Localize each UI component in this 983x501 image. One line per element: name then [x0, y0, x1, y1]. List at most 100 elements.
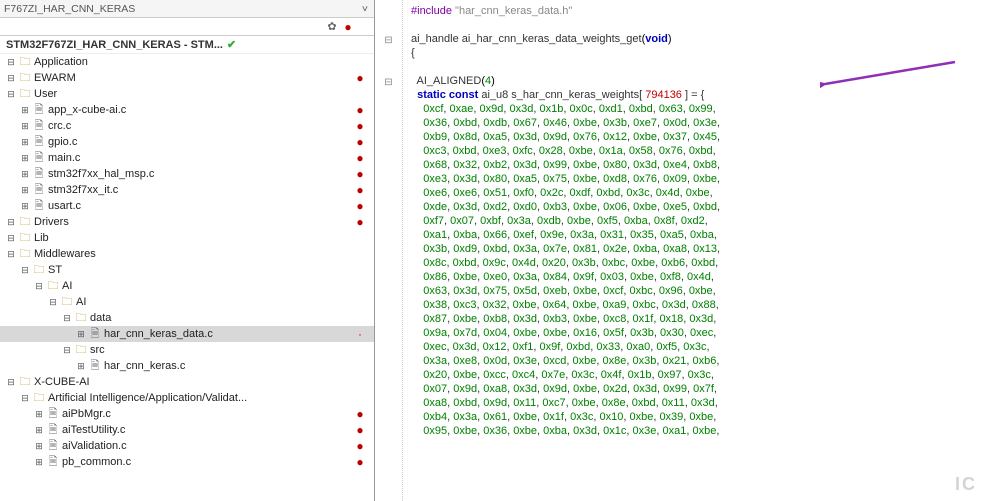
tree-item-label: data	[90, 310, 111, 326]
marker-icon: ●	[346, 182, 374, 198]
tree-folder[interactable]: ⊟🗀Drivers●	[0, 214, 374, 230]
tree-folder[interactable]: ⊟🗀X-CUBE-AI	[0, 374, 374, 390]
expand-icon[interactable]: ⊟	[20, 390, 30, 406]
expand-icon[interactable]: ⊞	[20, 166, 30, 182]
expand-icon[interactable]: ⊟	[6, 86, 16, 102]
tree-file[interactable]: ⊞🗎stm32f7xx_hal_msp.c ●	[0, 166, 374, 182]
tree-item-label: Drivers	[34, 214, 69, 230]
tree-item-label: src	[90, 342, 105, 358]
expand-icon[interactable]: ⊞	[20, 134, 30, 150]
tree-item-label: har_cnn_keras.c	[104, 358, 185, 374]
fold-icon[interactable]: ⊟	[375, 34, 402, 48]
tree-item-label: aiTestUtility.c	[62, 422, 125, 438]
tree-file[interactable]: ⊞🗎aiValidation.c●	[0, 438, 374, 454]
tree-item-label: stm32f7xx_hal_msp.c	[48, 166, 154, 182]
chevron-down-icon[interactable]: ˅	[362, 3, 368, 15]
fold-icon[interactable]: ⊟	[375, 76, 402, 90]
file-icon: 🗎	[32, 102, 46, 118]
marker-icon: ●	[346, 406, 374, 422]
file-icon: 🗎	[32, 150, 46, 166]
tree-folder[interactable]: ⊟🗀ST	[0, 262, 374, 278]
tree-folder[interactable]: ⊟🗀AI	[0, 278, 374, 294]
breakpoint-header-icon: ●	[340, 20, 356, 34]
file-icon: 🗎	[32, 198, 46, 214]
expand-icon[interactable]: ⊟	[6, 214, 16, 230]
marker-icon: ●	[346, 166, 374, 182]
tree-folder[interactable]: ⊟🗀src	[0, 342, 374, 358]
tree-folder[interactable]: ⊟🗀Lib	[0, 230, 374, 246]
expand-icon[interactable]: ⊟	[48, 294, 58, 310]
gear-icon[interactable]: ✿	[324, 20, 340, 33]
marker-icon: ●	[346, 118, 374, 134]
expand-icon[interactable]: ⊟	[62, 310, 72, 326]
expand-icon[interactable]: ⊞	[20, 118, 30, 134]
expand-icon[interactable]: ⊟	[6, 70, 16, 86]
tree-folder[interactable]: ⊟🗀Middlewares	[0, 246, 374, 262]
expand-icon[interactable]: ⊞	[34, 438, 44, 454]
expand-icon[interactable]: ⊞	[20, 102, 30, 118]
tree-folder[interactable]: ⊟🗀AI	[0, 294, 374, 310]
tree-item-label: X-CUBE-AI	[34, 374, 90, 390]
tree-file[interactable]: ⊞🗎crc.c ●	[0, 118, 374, 134]
tree-file[interactable]: ⊞🗎aiTestUtility.c●	[0, 422, 374, 438]
tree-file[interactable]: ⊞🗎har_cnn_keras.c	[0, 358, 374, 374]
tree-folder[interactable]: ⊟🗀Application	[0, 54, 374, 70]
project-tab[interactable]: F767ZI_HAR_CNN_KERAS ˅	[0, 0, 374, 18]
tree-item-label: pb_common.c	[62, 454, 131, 470]
project-tree[interactable]: ⊟🗀Application⊟🗀EWARM●⊟🗀User⊞🗎app_x-cube-…	[0, 54, 374, 501]
expand-icon[interactable]: ⊞	[20, 150, 30, 166]
tree-file[interactable]: ⊞🗎pb_common.c●	[0, 454, 374, 470]
marker-icon: ●	[346, 102, 374, 118]
expand-icon[interactable]: ⊞	[20, 182, 30, 198]
expand-icon[interactable]: ⊞	[34, 454, 44, 470]
tree-file[interactable]: ⊞🗎main.c ●	[0, 150, 374, 166]
tree-file[interactable]: ⊞🗎stm32f7xx_it.c ●	[0, 182, 374, 198]
expand-icon[interactable]: ⊟	[20, 262, 30, 278]
expand-icon[interactable]: ⊞	[76, 326, 86, 342]
tree-file[interactable]: ⊞🗎aiPbMgr.c●	[0, 406, 374, 422]
expand-icon[interactable]: ⊟	[62, 342, 72, 358]
tree-folder[interactable]: ⊟🗀data	[0, 310, 374, 326]
project-title-label: STM32F767ZI_HAR_CNN_KERAS - STM...	[6, 39, 223, 51]
file-icon: 🗎	[32, 182, 46, 198]
marker-icon: ●	[346, 150, 374, 166]
tree-item-label: AI	[76, 294, 86, 310]
expand-icon[interactable]: ⊟	[34, 278, 44, 294]
checkmark-icon: ✔	[227, 38, 236, 51]
tree-item-label: aiPbMgr.c	[62, 406, 111, 422]
tree-item-label: aiValidation.c	[62, 438, 127, 454]
tree-item-label: gpio.c	[48, 134, 77, 150]
project-title[interactable]: STM32F767ZI_HAR_CNN_KERAS - STM... ✔	[0, 36, 374, 54]
tree-item-label: AI	[62, 278, 72, 294]
expand-icon[interactable]: ⊟	[6, 246, 16, 262]
tree-file[interactable]: ⊞🗎app_x-cube-ai.c●	[0, 102, 374, 118]
expand-icon[interactable]: ⊞	[76, 358, 86, 374]
marker-icon: ●	[346, 134, 374, 150]
tree-folder[interactable]: ⊟🗀EWARM●	[0, 70, 374, 86]
expand-icon[interactable]: ⊟	[6, 374, 16, 390]
tree-file[interactable]: ⊞🗎usart.c●	[0, 198, 374, 214]
tree-file[interactable]: ⊞🗎gpio.c●	[0, 134, 374, 150]
editor-content[interactable]: #include "har_cnn_keras_data.h" ai_handl…	[403, 0, 983, 501]
tree-item-label: crc.c	[48, 118, 71, 134]
tree-file[interactable]: ⊞🗎har_cnn_keras_data.c·	[0, 326, 374, 342]
tree-item-label: User	[34, 86, 57, 102]
folder-icon: 🗀	[32, 390, 46, 406]
file-icon: 🗎	[32, 166, 46, 182]
file-icon: 🗎	[32, 118, 46, 134]
expand-icon[interactable]: ⊞	[34, 406, 44, 422]
tree-item-label: stm32f7xx_it.c	[48, 182, 118, 198]
code-editor[interactable]: ⊟ ⊟ #include "har_cnn_keras_data.h" ai_h…	[375, 0, 983, 501]
expand-icon[interactable]: ⊟	[6, 54, 16, 70]
folder-icon: 🗀	[74, 342, 88, 358]
expand-icon[interactable]: ⊟	[6, 230, 16, 246]
tree-folder[interactable]: ⊟🗀Artificial Intelligence/Application/Va…	[0, 390, 374, 406]
folder-icon: 🗀	[18, 374, 32, 390]
expand-icon[interactable]: ⊞	[20, 198, 30, 214]
marker-icon: ●	[346, 422, 374, 438]
tree-item-label: main.c	[48, 150, 80, 166]
expand-icon[interactable]: ⊞	[34, 422, 44, 438]
marker-icon: ●	[346, 70, 374, 86]
tree-folder[interactable]: ⊟🗀User	[0, 86, 374, 102]
project-tab-label: F767ZI_HAR_CNN_KERAS	[4, 3, 135, 15]
